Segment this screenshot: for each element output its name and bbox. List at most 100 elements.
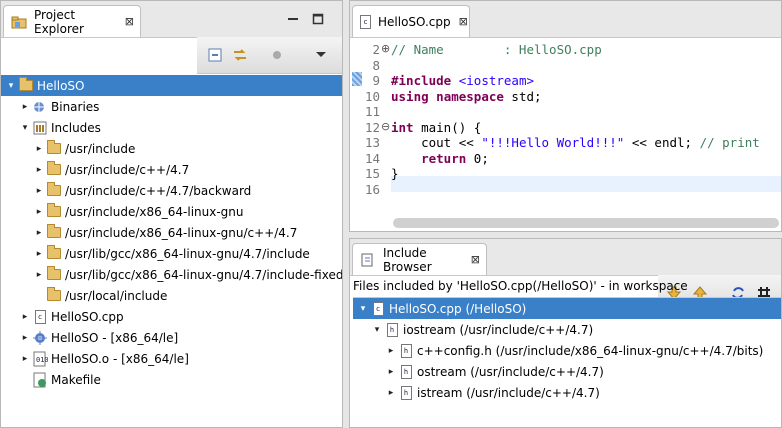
line-number: 12 xyxy=(364,119,380,135)
include-tree-item[interactable]: ▸ h c++config.h (/usr/include/x86_64-linux… xyxy=(353,340,763,361)
include-tree-item[interactable]: ▸ h ostream (/usr/include/c++/4.7) xyxy=(353,361,604,382)
tree-item[interactable]: ▸ /usr/lib/gcc/x86_64-linux-gnu/4.7/inclu… xyxy=(1,264,342,285)
editor-tabbar: c HelloSO.cpp ⊠ xyxy=(350,1,781,38)
tree-item[interactable]: ▸ HelloSO - [x86_64/le] xyxy=(1,327,178,348)
line-number: 2 xyxy=(372,42,380,57)
tree-item-label: HelloSO.o - [x86_64/le] xyxy=(51,351,189,366)
tree-item[interactable]: /usr/local/include xyxy=(1,285,167,306)
expand-toggle-icon[interactable]: ▸ xyxy=(19,102,31,112)
tree-item[interactable]: ▾ Includes xyxy=(1,117,101,138)
tab-include-browser[interactable]: Include Browser ⊠ xyxy=(352,243,487,275)
editor-panel: c HelloSO.cpp ⊠ 2 ⊕// Name : HelloSO.cpp 8… xyxy=(349,0,782,232)
expand-toggle-icon[interactable]: ▸ xyxy=(385,367,397,377)
close-icon[interactable]: ⊠ xyxy=(459,15,468,28)
tree-item[interactable]: ▸ /usr/lib/gcc/x86_64-linux-gnu/4.7/inclu… xyxy=(1,243,310,264)
code-token: // Name : HelloSO.cpp xyxy=(391,42,602,57)
tree-item[interactable]: ▸ c HelloSO.cpp xyxy=(1,306,124,327)
tree-item-label: /usr/include xyxy=(65,141,136,156)
filter-icon[interactable] xyxy=(267,46,287,64)
code-token: 0; xyxy=(466,150,489,166)
include-folder-icon xyxy=(46,182,62,199)
code-token: "!!!Hello World!!!" xyxy=(481,135,625,150)
horizontal-scrollbar[interactable] xyxy=(393,218,779,228)
tree-item[interactable]: ▸ /usr/include/x86_64-linux-gnu xyxy=(1,201,244,222)
view-menu-icon[interactable] xyxy=(311,46,331,64)
link-with-editor-icon[interactable] xyxy=(230,46,250,64)
code-token: main() { xyxy=(413,119,482,135)
expand-toggle-icon[interactable]: ▾ xyxy=(357,304,369,314)
include-folder-icon xyxy=(46,287,62,304)
code-token: namespace xyxy=(436,88,504,104)
include-folder-icon xyxy=(46,224,62,241)
include-browser-tabbar: Include Browser ⊠ xyxy=(350,239,781,276)
expand-toggle-icon[interactable]: ▸ xyxy=(19,354,31,364)
current-line-highlight xyxy=(391,176,781,192)
include-tree-item[interactable]: ▾ h iostream (/usr/include/c++/4.7) xyxy=(353,319,593,340)
close-icon[interactable]: ⊠ xyxy=(471,253,480,266)
tree-item-label: /usr/lib/gcc/x86_64-linux-gnu/4.7/includ… xyxy=(65,246,310,261)
minimize-icon[interactable] xyxy=(284,10,302,28)
tree-item-label: HelloSO - [x86_64/le] xyxy=(51,330,179,345)
tree-item[interactable]: ▸ 010 HelloSO.o - [x86_64/le] xyxy=(1,348,189,369)
tree-item[interactable]: ▸ /usr/include/c++/4.7 xyxy=(1,159,189,180)
code-area[interactable]: 2 ⊕// Name : HelloSO.cpp 8 9 #include <iostr… xyxy=(350,38,781,216)
header-file-icon: h xyxy=(398,343,414,359)
tree-item[interactable]: ▸ /usr/include xyxy=(1,138,135,159)
include-folder-icon xyxy=(46,245,62,262)
expand-toggle-icon[interactable]: ▸ xyxy=(33,186,45,196)
makefile-icon xyxy=(32,372,48,388)
tab-project-explorer[interactable]: Project Explorer ⊠ xyxy=(3,5,141,37)
include-tree-item[interactable]: ▸ h istream (/usr/include/c++/4.7) xyxy=(353,382,600,403)
project-explorer-icon xyxy=(11,14,27,30)
expand-toggle-icon[interactable]: ▸ xyxy=(33,270,45,280)
header-file-icon: h xyxy=(384,322,400,338)
expand-toggle-icon[interactable]: ▸ xyxy=(385,346,397,356)
include-item-label: iostream (/usr/include/c++/4.7) xyxy=(403,322,594,337)
tree-item[interactable]: ▾ HelloSO xyxy=(1,75,342,96)
maximize-icon[interactable] xyxy=(309,10,327,28)
code-token: << endl; xyxy=(624,135,700,150)
project-explorer-panel: Project Explorer ⊠ ▾ HelloSO ▸ Binaries ▾ Inc… xyxy=(0,0,343,428)
expand-toggle-icon[interactable]: ▸ xyxy=(33,144,45,154)
collapse-all-icon[interactable] xyxy=(205,46,225,64)
close-icon[interactable]: ⊠ xyxy=(125,15,134,28)
line-number: 11 xyxy=(364,104,380,119)
expand-toggle-icon[interactable]: ▾ xyxy=(5,81,17,91)
include-item-label: HelloSO.cpp (/HelloSO) xyxy=(389,301,527,316)
include-item-label: ostream (/usr/include/c++/4.7) xyxy=(417,364,604,379)
code-line: #include <iostream> xyxy=(391,73,534,88)
code-token: // print xyxy=(699,135,760,150)
expand-toggle-icon[interactable]: ▸ xyxy=(33,228,45,238)
expand-toggle-icon[interactable]: ▾ xyxy=(19,123,31,133)
fold-collapse-icon[interactable]: ⊖ xyxy=(381,120,390,133)
tree-item[interactable]: ▸ /usr/include/x86_64-linux-gnu/c++/4.7 xyxy=(1,222,297,243)
tree-item[interactable]: ▸ /usr/include/c++/4.7/backward xyxy=(1,180,251,201)
code-token: <iostream> xyxy=(458,73,535,88)
expand-toggle-icon[interactable]: ▸ xyxy=(19,312,31,322)
expand-toggle-icon[interactable]: ▸ xyxy=(19,333,31,343)
expand-toggle-icon[interactable]: ▸ xyxy=(33,165,45,175)
code-line: return 0; xyxy=(391,151,489,166)
cpp-file-icon: c xyxy=(32,309,48,325)
svg-text:010: 010 xyxy=(36,356,48,364)
tree-item-label: /usr/include/x86_64-linux-gnu xyxy=(65,204,244,219)
expand-toggle-icon[interactable]: ▸ xyxy=(33,249,45,259)
expand-toggle-icon[interactable]: ▾ xyxy=(371,325,383,335)
tree-item-label: HelloSO.cpp xyxy=(51,309,124,324)
code-line: } xyxy=(391,166,399,181)
project-icon xyxy=(18,77,34,94)
line-number: 13 xyxy=(364,135,380,150)
project-explorer-toolbar xyxy=(197,37,342,74)
tab-hello-so-cpp[interactable]: c HelloSO.cpp ⊠ xyxy=(352,5,470,37)
code-token: } xyxy=(391,166,399,181)
tree-item[interactable]: ▸ Binaries xyxy=(1,96,100,117)
object-file-icon: 010 xyxy=(32,351,48,367)
tree-item[interactable]: Makefile xyxy=(1,369,101,390)
expand-toggle-icon[interactable]: ▸ xyxy=(385,388,397,398)
include-folder-icon xyxy=(46,161,62,178)
fold-expand-icon[interactable]: ⊕ xyxy=(381,42,390,55)
expand-toggle-icon[interactable]: ▸ xyxy=(33,207,45,217)
include-tree-item[interactable]: ▾ c HelloSO.cpp (/HelloSO) xyxy=(353,298,781,319)
